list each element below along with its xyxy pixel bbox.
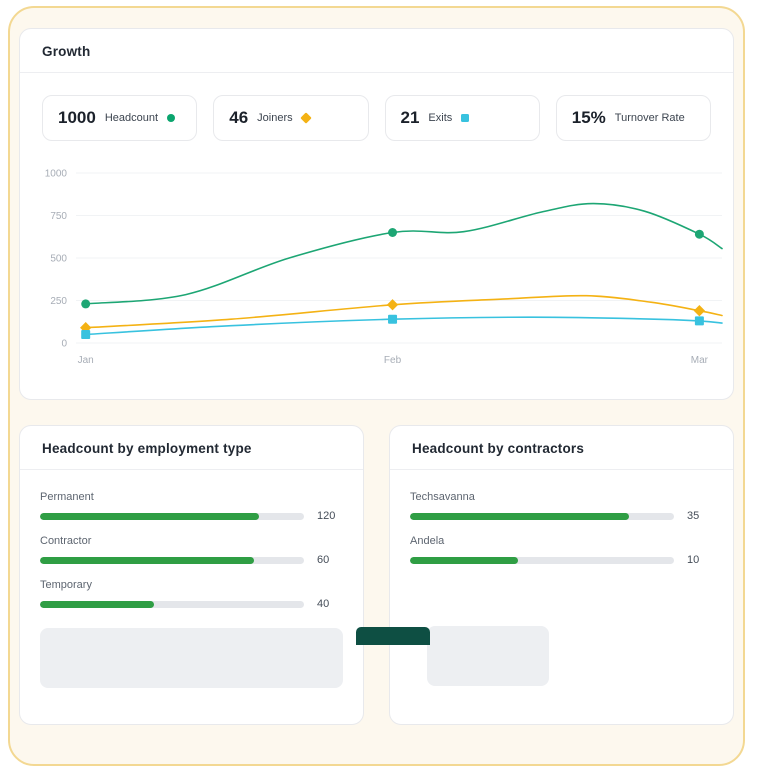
- joiners-label: Joiners: [257, 112, 293, 124]
- circle-marker-icon: [167, 114, 176, 122]
- exits-point-icon: [81, 330, 91, 339]
- exits-point-icon: [694, 316, 704, 326]
- progress-bar-fill: [40, 556, 254, 564]
- progress-bar-track: [40, 512, 304, 520]
- exits-label: Exits: [428, 112, 453, 124]
- y-tick-label: 750: [50, 211, 67, 222]
- bar-label: Permanent: [40, 491, 94, 503]
- headcount-point-icon: [388, 228, 398, 237]
- stat-joiners[interactable]: 46 Joiners: [213, 95, 369, 141]
- bar-value: 35: [687, 510, 700, 522]
- headcount-line: [84, 202, 723, 305]
- x-tick-label: Jan: [78, 355, 94, 366]
- x-tick-label: Mar: [691, 355, 709, 366]
- y-tick-label: 500: [50, 254, 67, 265]
- bar-row: Andela 10: [410, 535, 713, 566]
- bar-value: 60: [317, 554, 330, 566]
- bar-row: Techsavanna 35: [410, 491, 713, 522]
- headcount-point-icon: [694, 229, 704, 239]
- progress-bar-track: [410, 512, 674, 520]
- growth-stats-row: 1000 Headcount 46 Joiners 21 Exits 15% T…: [20, 73, 733, 141]
- contractors-bar-list: Techsavanna 35 Andela 10: [390, 470, 733, 566]
- diamond-marker-icon: [299, 112, 312, 124]
- progress-bar-fill: [410, 556, 519, 564]
- growth-line-chart[interactable]: 0 250 500 750 1000 Jan Feb Mar: [28, 165, 727, 369]
- y-tick-label: 1000: [45, 169, 68, 180]
- bar-row: Permanent 120: [40, 491, 343, 522]
- square-marker-icon: [461, 114, 470, 122]
- bottom-overlay-element[interactable]: [356, 627, 430, 645]
- bar-label: Andela: [410, 535, 445, 547]
- line-chart-svg[interactable]: 0 250 500 750 1000 Jan Feb Mar: [28, 165, 728, 369]
- exits-value: 21: [400, 108, 420, 127]
- joiners-value: 46: [229, 108, 249, 127]
- growth-card-title: Growth: [20, 29, 733, 73]
- employment-type-card: Headcount by employment type Permanent 1…: [19, 425, 364, 725]
- progress-bar-fill: [40, 600, 154, 608]
- progress-bar-track: [410, 556, 674, 564]
- stat-headcount[interactable]: 1000 Headcount: [42, 95, 198, 141]
- bar-label: Temporary: [40, 579, 92, 591]
- progress-bar-fill: [410, 512, 630, 520]
- progress-bar-fill: [40, 512, 260, 520]
- cutoff-content-block: [40, 628, 343, 688]
- turnover-label: Turnover Rate: [614, 112, 685, 124]
- bar-label: Techsavanna: [410, 491, 475, 503]
- cutoff-content-block: [427, 626, 549, 686]
- contractors-card-title: Headcount by contractors: [390, 426, 733, 470]
- bar-value: 120: [317, 510, 336, 522]
- exits-point-icon: [388, 314, 398, 324]
- headcount-label: Headcount: [104, 112, 159, 124]
- y-tick-label: 250: [50, 296, 67, 307]
- bar-row: Contractor 60: [40, 535, 343, 566]
- turnover-value: 15%: [571, 108, 606, 127]
- joiners-point-icon: [693, 305, 706, 317]
- exits-line: [84, 316, 723, 336]
- y-tick-label: 0: [61, 339, 67, 350]
- progress-bar-track: [40, 556, 304, 564]
- headcount-point-icon: [81, 299, 91, 309]
- progress-bar-track: [40, 600, 304, 608]
- bar-label: Contractor: [40, 535, 92, 547]
- dashboard-background: Growth 1000 Headcount 46 Joiners 21 Exit…: [8, 6, 745, 766]
- bar-value: 10: [687, 554, 700, 566]
- headcount-value: 1000: [58, 108, 96, 127]
- bar-value: 40: [317, 598, 330, 610]
- growth-card: Growth 1000 Headcount 46 Joiners 21 Exit…: [19, 28, 734, 400]
- employment-bar-list: Permanent 120 Contractor 60 Temporary 40: [20, 470, 363, 610]
- employment-type-card-title: Headcount by employment type: [20, 426, 363, 470]
- bar-row: Temporary 40: [40, 579, 343, 610]
- x-tick-label: Feb: [384, 355, 402, 366]
- bottom-cards-row: Headcount by employment type Permanent 1…: [19, 425, 734, 725]
- stat-turnover-rate[interactable]: 15% Turnover Rate: [555, 95, 711, 141]
- contractors-card: Headcount by contractors Techsavanna 35 …: [389, 425, 734, 725]
- stat-exits[interactable]: 21 Exits: [384, 95, 540, 141]
